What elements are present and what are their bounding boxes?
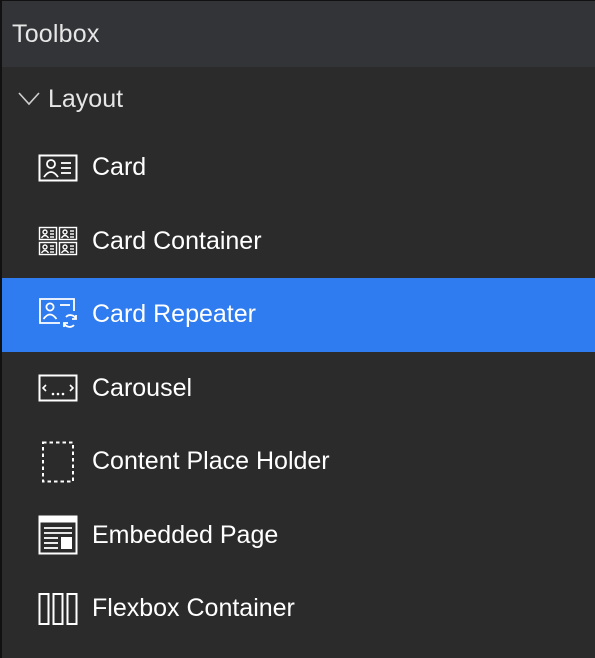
layout-section-header[interactable]: Layout xyxy=(2,67,595,131)
card-icon xyxy=(36,146,80,190)
toolbox-item-flexbox-container[interactable]: Flexbox Container xyxy=(2,572,595,646)
toolbox-item-embedded-page[interactable]: Embedded Page xyxy=(2,499,595,573)
section-label-layout: Layout xyxy=(48,84,124,113)
embedded-page-icon xyxy=(36,513,80,557)
content-placeholder-icon xyxy=(36,440,80,484)
card-container-icon xyxy=(36,219,80,263)
item-label: Card Repeater xyxy=(92,300,256,329)
chevron-down-icon[interactable] xyxy=(16,89,42,109)
item-label: Card Container xyxy=(92,226,262,255)
carousel-icon xyxy=(36,366,80,410)
toolbox-item-carousel[interactable]: Carousel xyxy=(2,352,595,426)
toolbox-panel: Toolbox Layout Card Card Container Card … xyxy=(0,0,595,658)
toolbox-item-content-place-holder[interactable]: Content Place Holder xyxy=(2,425,595,499)
toolbox-title: Toolbox xyxy=(12,19,100,48)
flexbox-container-icon xyxy=(36,587,80,631)
item-label: Flexbox Container xyxy=(92,594,295,623)
toolbox-item-card-container[interactable]: Card Container xyxy=(2,205,595,279)
item-label: Content Place Holder xyxy=(92,447,330,476)
item-label: Carousel xyxy=(92,373,193,402)
layout-item-list: Card Card Container Card Repeater Carous… xyxy=(2,131,595,646)
item-label: Card xyxy=(92,153,147,182)
card-repeater-icon xyxy=(36,293,80,337)
toolbox-item-card-repeater[interactable]: Card Repeater xyxy=(2,278,595,352)
item-label: Embedded Page xyxy=(92,520,279,549)
toolbox-item-card[interactable]: Card xyxy=(2,131,595,205)
toolbox-header: Toolbox xyxy=(2,1,595,67)
